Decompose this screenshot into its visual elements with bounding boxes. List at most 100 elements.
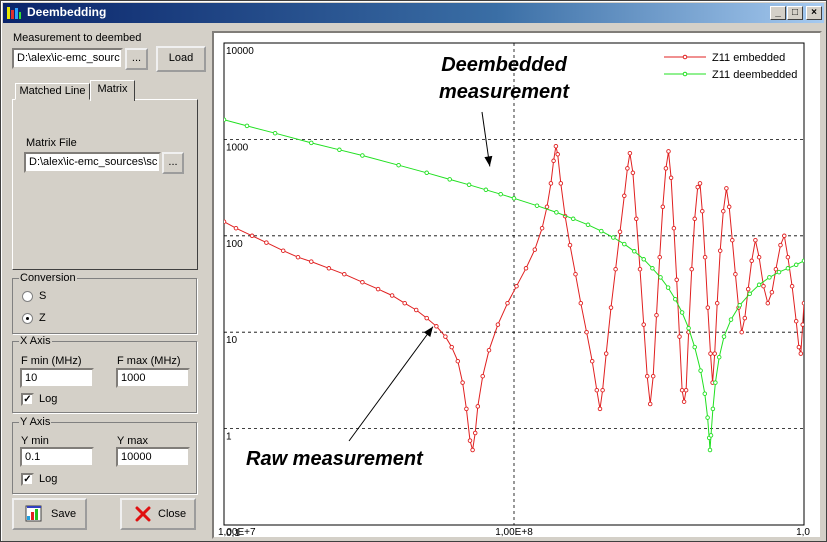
close-label: Close bbox=[158, 508, 187, 520]
data-point bbox=[630, 170, 636, 176]
data-point bbox=[360, 279, 365, 285]
data-point bbox=[641, 257, 646, 262]
data-point bbox=[280, 248, 286, 253]
data-point bbox=[470, 447, 475, 453]
data-point bbox=[514, 283, 519, 289]
conversion-z-radio[interactable] bbox=[22, 313, 33, 324]
x-tick-label: 1,00E+7 bbox=[218, 527, 256, 537]
data-point bbox=[389, 293, 395, 298]
data-point bbox=[716, 354, 722, 360]
annotation-raw: Raw measurement bbox=[246, 448, 424, 470]
data-point bbox=[567, 242, 573, 248]
measurement-path-field[interactable]: D:\alex\ic-emc_sourc bbox=[12, 48, 123, 69]
data-point bbox=[449, 344, 454, 350]
data-point bbox=[730, 237, 735, 243]
x-tick-label: 1,0 bbox=[796, 527, 810, 537]
ymax-input[interactable]: 10000 bbox=[116, 447, 190, 467]
data-point bbox=[717, 248, 723, 253]
data-point bbox=[801, 258, 804, 264]
data-point bbox=[681, 399, 687, 404]
legend-label: Z11 embedded bbox=[712, 52, 785, 64]
tab-matched-line[interactable]: Matched Line bbox=[15, 83, 90, 100]
data-point bbox=[505, 300, 510, 306]
close-button[interactable]: Close bbox=[120, 498, 196, 530]
data-point bbox=[511, 196, 517, 201]
x-log-checkbox[interactable]: ✓ bbox=[21, 393, 34, 406]
ymin-label: Y min bbox=[21, 435, 49, 447]
data-point bbox=[798, 351, 804, 356]
data-point bbox=[697, 181, 703, 186]
data-point bbox=[534, 203, 540, 208]
conversion-s-radio[interactable] bbox=[22, 291, 33, 302]
data-point bbox=[480, 373, 485, 379]
save-button[interactable]: Save bbox=[12, 498, 87, 530]
data-point bbox=[464, 406, 469, 412]
fmax-input[interactable]: 1000 bbox=[116, 368, 190, 388]
data-point bbox=[360, 153, 365, 158]
data-point bbox=[747, 291, 752, 297]
data-point bbox=[627, 150, 633, 156]
data-point bbox=[666, 149, 671, 154]
data-point bbox=[745, 286, 751, 292]
data-point bbox=[555, 152, 560, 157]
measurement-browse-button[interactable]: ... bbox=[125, 48, 148, 70]
data-point bbox=[342, 271, 347, 277]
y-tick-label: 1 bbox=[226, 432, 232, 443]
data-point bbox=[737, 303, 742, 308]
minimize-button[interactable]: _ bbox=[770, 6, 786, 20]
tab-matrix[interactable]: Matrix bbox=[90, 80, 135, 101]
ymin-input[interactable]: 0.1 bbox=[20, 447, 94, 467]
data-point bbox=[486, 347, 492, 353]
fmin-input[interactable]: 10 bbox=[20, 368, 94, 388]
data-point bbox=[728, 317, 734, 322]
raw-arrow bbox=[348, 326, 434, 442]
data-point bbox=[551, 158, 556, 164]
fmax-label: F max (MHz) bbox=[117, 355, 181, 367]
data-point bbox=[654, 312, 659, 318]
data-point bbox=[712, 351, 717, 356]
data-point bbox=[295, 254, 301, 260]
data-point bbox=[558, 181, 564, 186]
data-point bbox=[753, 237, 758, 243]
annotation-deembedded: Deembedded bbox=[441, 54, 567, 76]
y-tick-label: 1000 bbox=[226, 142, 249, 153]
ymax-label: Y max bbox=[117, 435, 148, 447]
matrix-tab-panel bbox=[12, 99, 198, 270]
data-point bbox=[708, 351, 713, 356]
matrix-file-field[interactable]: D:\alex\ic-emc_sources\sc bbox=[24, 152, 161, 173]
title-bar[interactable]: Deembedding _ □ × bbox=[3, 3, 824, 23]
data-point bbox=[793, 262, 799, 268]
data-point bbox=[641, 322, 646, 327]
data-point bbox=[708, 433, 714, 438]
data-point bbox=[713, 380, 718, 385]
deembedded-arrow-head bbox=[484, 155, 493, 167]
matrix-browse-button[interactable]: ... bbox=[162, 152, 184, 174]
deembedding-window: Deembedding _ □ × Measurement to deembed… bbox=[0, 0, 827, 542]
y-tick-label: 100 bbox=[226, 239, 243, 250]
data-point bbox=[622, 241, 627, 247]
data-point bbox=[326, 266, 332, 271]
data-point bbox=[756, 254, 762, 260]
data-point bbox=[742, 315, 748, 321]
data-point bbox=[705, 415, 710, 420]
data-point bbox=[634, 216, 639, 222]
data-point bbox=[705, 305, 711, 310]
data-point bbox=[721, 208, 726, 214]
y-log-checkbox[interactable]: ✓ bbox=[21, 473, 34, 486]
data-point bbox=[249, 233, 255, 239]
data-point bbox=[455, 358, 461, 364]
maximize-button[interactable]: □ bbox=[787, 6, 803, 20]
data-point bbox=[714, 300, 720, 306]
data-point bbox=[599, 228, 604, 234]
save-label: Save bbox=[51, 508, 77, 520]
load-button[interactable]: Load bbox=[156, 46, 206, 72]
y-axis-title: Y Axis bbox=[19, 416, 52, 428]
data-point bbox=[375, 286, 381, 292]
data-point bbox=[264, 240, 269, 245]
close-window-button[interactable]: × bbox=[806, 6, 822, 20]
data-point bbox=[726, 204, 732, 210]
data-point bbox=[611, 235, 616, 240]
data-point bbox=[695, 184, 700, 190]
data-point bbox=[707, 447, 713, 453]
data-point bbox=[761, 283, 766, 289]
